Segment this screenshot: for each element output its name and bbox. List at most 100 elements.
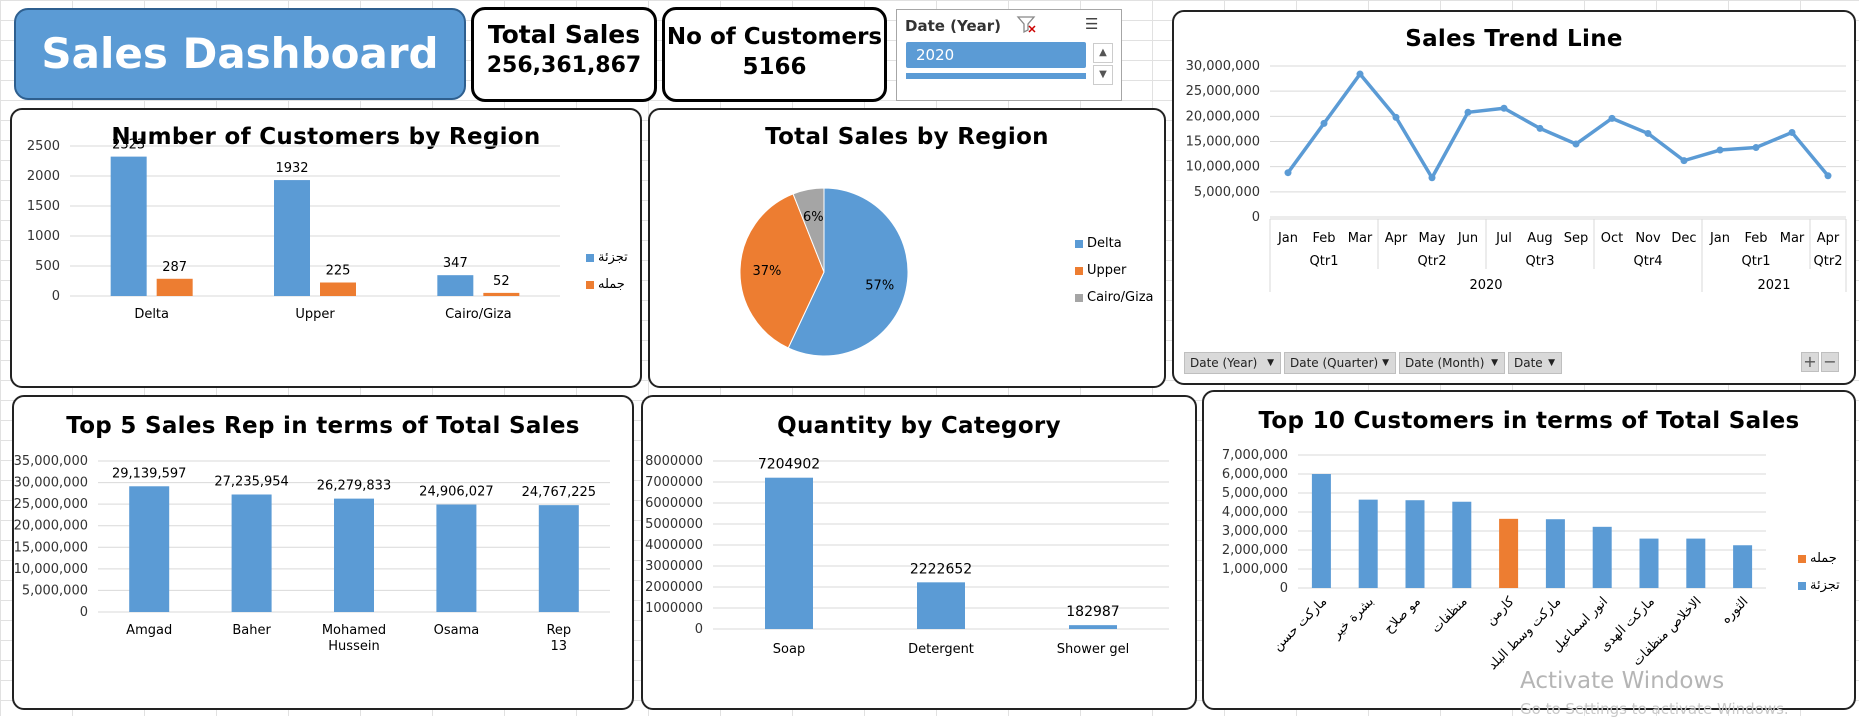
- dashboard-title: Sales Dashboard: [14, 8, 466, 100]
- field-button-date[interactable]: Date ▼: [1508, 352, 1562, 374]
- data-label: 287: [162, 260, 187, 275]
- data-label: 27,235,954: [214, 474, 288, 489]
- bar: [1311, 474, 1331, 588]
- data-label: 2323: [112, 138, 145, 153]
- slicer-item-next[interactable]: [906, 73, 1086, 79]
- trend-point: [1788, 128, 1796, 136]
- y-tick-label: 1500: [27, 199, 60, 214]
- multi-select-icon[interactable]: ☰: [1085, 15, 1098, 33]
- data-label: 24,906,027: [419, 485, 493, 500]
- y-tick-label: 5,000,000: [1194, 185, 1260, 200]
- y-tick-label: 6,000,000: [1222, 467, 1288, 482]
- trend-point: [1428, 174, 1436, 182]
- bar: [1733, 545, 1753, 588]
- legend-retail-label: تجزئة: [598, 250, 628, 265]
- y-tick-label: 0: [52, 289, 60, 304]
- expand-field-icon[interactable]: +: [1801, 352, 1819, 372]
- slicer-scroll-up-icon[interactable]: ▲: [1093, 43, 1113, 63]
- data-label: 7204902: [758, 457, 820, 473]
- trend-point: [1356, 70, 1364, 78]
- x-tick-label: ماركت حسن: [1270, 594, 1330, 654]
- slicer-item-2020[interactable]: 2020: [906, 42, 1086, 68]
- category-chart: 0 1000000 2000000 3000000 4000000 5000000 6000…: [645, 454, 1169, 657]
- data-label: 182987: [1066, 604, 1119, 620]
- x-tick-label: Jan: [1277, 231, 1298, 246]
- x-tick-label: Feb: [1744, 231, 1767, 246]
- trend-point: [1392, 113, 1400, 121]
- y-tick-label: 2000000: [645, 580, 703, 595]
- field-button-year-dropdown-icon[interactable]: ▼: [1267, 353, 1274, 373]
- y-tick-label: 500: [35, 259, 60, 274]
- x-tick-label: Amgad: [126, 623, 172, 638]
- bar: [1069, 625, 1117, 629]
- trend-chart: 0 5,000,000 10,000,000 15,000,000 20,000,000…: [1186, 59, 1847, 293]
- quarter-label: Qtr2: [1418, 254, 1447, 269]
- total-sales-card: Total Sales 256,361,867: [471, 7, 657, 102]
- y-tick-label: 0: [1252, 210, 1260, 225]
- y-tick-label: 25,000,000: [1186, 84, 1260, 99]
- legend-cairo-label: Cairo/Giza: [1087, 290, 1154, 305]
- y-tick-label: 2,000,000: [1222, 543, 1288, 558]
- total-sales-value: 256,361,867: [486, 53, 642, 78]
- year-slicer[interactable]: Date (Year) ☰ 2020 ▲ ▼: [896, 9, 1122, 101]
- field-button-quarter[interactable]: Date (Quarter) ▼: [1284, 352, 1396, 374]
- legend-top-retail: تجزئة: [1798, 578, 1840, 593]
- x-tick-label: Feb: [1312, 231, 1335, 246]
- x-tick-label: Jul: [1495, 231, 1512, 246]
- field-button-date-label: Date: [1514, 356, 1543, 370]
- data-label: 2222652: [910, 561, 972, 577]
- x-tick-label: Oct: [1601, 231, 1623, 246]
- y-tick-label: 7000000: [645, 475, 703, 490]
- x-tick-label: Baher: [232, 623, 271, 638]
- sales-rep-panel: Top 5 Sales Rep in terms of Total Sales …: [12, 395, 634, 710]
- legend-delta: Delta: [1075, 236, 1122, 251]
- x-tick-label: Cairo/Giza: [445, 307, 512, 322]
- x-tick-label: Shower gel: [1057, 642, 1129, 657]
- y-tick-label: 6000000: [645, 496, 703, 511]
- field-button-month-label: Date (Month): [1405, 356, 1485, 370]
- collapse-field-icon[interactable]: −: [1821, 352, 1839, 372]
- quarter-label: Qtr1: [1310, 254, 1339, 269]
- pie-label: 37%: [752, 264, 781, 279]
- bar: [1499, 518, 1519, 588]
- y-tick-label: 30,000,000: [14, 476, 88, 491]
- x-tick-label: مو صلاح: [1381, 594, 1423, 636]
- quarter-label: Qtr3: [1526, 254, 1555, 269]
- trend-point: [1320, 119, 1328, 127]
- field-button-month-dropdown-icon[interactable]: ▼: [1491, 353, 1498, 373]
- field-button-quarter-label: Date (Quarter): [1290, 356, 1379, 370]
- y-tick-label: 5,000,000: [1222, 486, 1288, 501]
- data-label: 52: [493, 274, 510, 289]
- field-button-quarter-dropdown-icon[interactable]: ▼: [1382, 353, 1389, 373]
- data-label: 29,139,597: [112, 466, 186, 481]
- y-tick-label: 7,000,000: [1222, 448, 1288, 463]
- x-tick-label: Mar: [1348, 231, 1373, 246]
- customers-label: No of Customers: [666, 24, 883, 50]
- customers-region-chart: 0 500 1000 1500 2000 2500 2323 287 Delta 1932 225 U…: [27, 138, 560, 322]
- x-tick-label: Jan: [1709, 231, 1730, 246]
- slicer-scroll-down-icon[interactable]: ▼: [1093, 65, 1113, 85]
- customers-value: 5166: [742, 54, 807, 80]
- field-button-year-label: Date (Year): [1190, 356, 1258, 370]
- legend-upper-swatch: [1075, 266, 1083, 275]
- category-panel: Quantity by Category 0 1000000 2000000 3000…: [641, 395, 1197, 710]
- field-button-year[interactable]: Date (Year) ▼: [1184, 352, 1281, 374]
- bar: [334, 498, 374, 612]
- trend-point: [1500, 104, 1508, 112]
- x-tick-label: Detergent: [908, 642, 974, 657]
- y-tick-label: 0: [695, 622, 703, 637]
- field-button-month[interactable]: Date (Month) ▼: [1399, 352, 1505, 374]
- trend-point: [1644, 129, 1652, 137]
- y-tick-label: 10,000,000: [1186, 160, 1260, 175]
- trend-point: [1536, 124, 1544, 132]
- x-tick-label: Osama: [434, 623, 480, 638]
- y-tick-label: 0: [1280, 581, 1288, 596]
- x-tick-label: Hussein: [328, 639, 379, 654]
- field-button-date-dropdown-icon[interactable]: ▼: [1548, 353, 1555, 373]
- x-tick-label: Apr: [1385, 231, 1408, 246]
- x-tick-label: Mohamed: [322, 623, 386, 638]
- pie-label: 57%: [865, 278, 894, 293]
- x-tick-label: Sep: [1564, 231, 1589, 246]
- trend-point: [1572, 140, 1580, 148]
- y-tick-label: 2500: [27, 139, 60, 154]
